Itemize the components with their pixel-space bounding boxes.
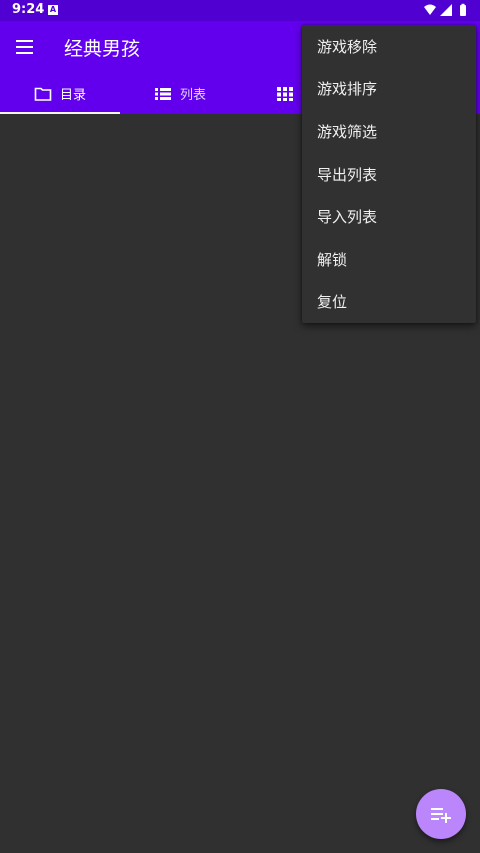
tab-directory[interactable]: 目录: [0, 73, 120, 114]
wifi-icon: [424, 4, 436, 15]
menu-item-reset[interactable]: 复位: [302, 281, 476, 324]
add-to-playlist-button[interactable]: [416, 789, 466, 839]
app-title: 经典男孩: [64, 38, 141, 60]
tab-label: 列表: [179, 88, 206, 103]
menu-item-import-list[interactable]: 导入列表: [302, 195, 476, 238]
status-bar: 9:24 A: [0, 0, 480, 21]
tab-label: 目录: [59, 88, 86, 103]
menu-item-unlock[interactable]: 解锁: [302, 238, 476, 281]
list-icon: [154, 87, 171, 100]
a-notification-icon: A: [48, 5, 58, 15]
overflow-menu: 游戏移除 游戏排序 游戏筛选 导出列表 导入列表 解锁 复位: [302, 25, 476, 323]
status-time: 9:24: [12, 2, 45, 17]
menu-icon[interactable]: [12, 33, 40, 61]
system-icons: [424, 3, 466, 16]
menu-item-filter-games[interactable]: 游戏筛选: [302, 110, 476, 153]
grid-icon: [277, 86, 293, 101]
menu-item-remove-game[interactable]: 游戏移除: [302, 25, 476, 68]
menu-item-export-list[interactable]: 导出列表: [302, 153, 476, 196]
battery-icon: [460, 5, 466, 16]
playlist-add-icon: [431, 808, 451, 823]
signal-icon: [440, 4, 452, 16]
menu-item-sort-games[interactable]: 游戏排序: [302, 68, 476, 111]
tab-list[interactable]: 列表: [120, 73, 240, 114]
folder-icon: [34, 87, 52, 101]
